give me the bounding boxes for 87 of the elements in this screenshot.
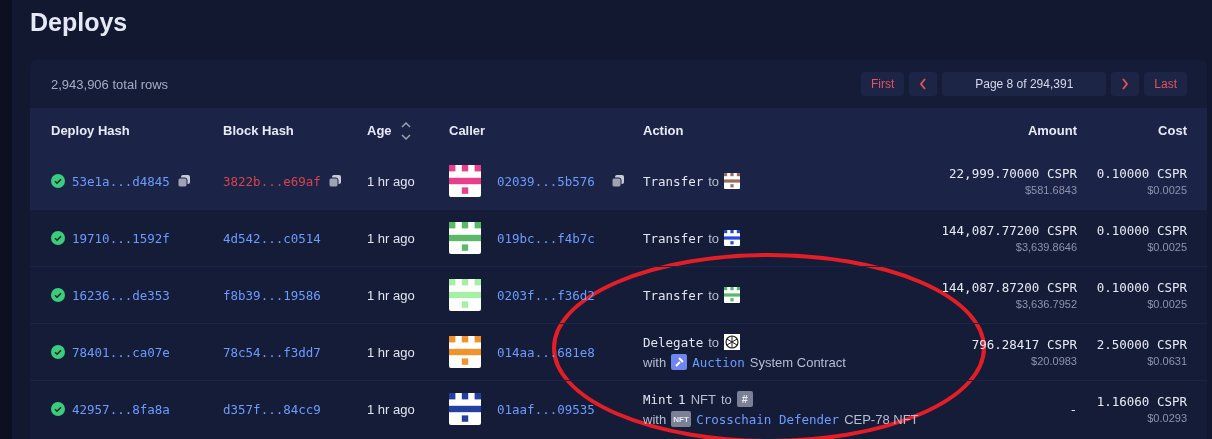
hash-badge: # [736,391,753,407]
column-header: Cost [1158,123,1187,138]
deploy-hash-link[interactable]: 42957...8fa8a [72,401,170,417]
caller-avatar [449,222,481,254]
action-preposition: to [720,391,732,407]
cost-usd-text: $0.0025 [1147,241,1187,253]
copy-icon[interactable] [327,174,342,188]
last-page-button[interactable]: Last [1144,72,1187,96]
column-header: Caller [449,123,486,138]
block-hash-link[interactable]: 4d542...c0514 [223,230,321,246]
amount-usd-text: $3,636.7952 [1015,298,1077,310]
total-rows: 2,943,906 total rows [51,76,169,92]
contract-type: System Contract [749,354,846,370]
age-text: 1 hr ago [367,344,415,360]
cost-text: 0.10000 CSPR [1096,223,1187,238]
amount-usd-text: $581.6843 [1025,184,1077,196]
cost-usd-text: $0.0293 [1147,412,1187,424]
deploy-hash-link[interactable]: 78401...ca07e [72,344,170,360]
column-header[interactable]: Age [367,119,412,142]
block-hash-link[interactable]: d357f...84cc9 [223,401,321,417]
next-page-button[interactable] [1111,72,1140,96]
block-hash-link[interactable]: 78c54...f3dd7 [223,344,321,360]
action-preposition: to [708,230,720,246]
caller-avatar [449,279,481,311]
copy-icon[interactable] [610,174,625,188]
column-header: Action [643,123,684,138]
amount-text: - [1069,401,1077,417]
with-label: with [643,411,667,427]
first-page-button[interactable]: First [860,72,905,96]
nft-label: NFT [690,391,716,407]
recipient-avatar [724,230,741,246]
action-preposition: to [708,287,720,303]
cost-text: 0.10000 CSPR [1096,166,1187,181]
age-text: 1 hr ago [367,401,415,417]
caller-avatar [449,336,481,368]
column-header: Deploy Hash [51,123,130,138]
action-verb: Mint [643,391,674,407]
block-hash-link[interactable]: 3822b...e69af [223,173,321,189]
caller-link[interactable]: 01aaf...09535 [497,401,595,417]
column-header: Amount [1027,123,1077,138]
chevron-left-icon [919,78,928,90]
recipient-avatar [724,287,741,303]
cost-text: 1.16060 CSPR [1096,394,1187,409]
cost-usd-text: $0.0025 [1147,298,1187,310]
action-verb: Delegate [643,334,704,350]
amount-usd-text: $20.0983 [1031,355,1077,367]
sort-icon[interactable] [399,119,412,142]
previous-page-button[interactable] [909,72,938,96]
nft-badge: NFT [671,411,692,427]
contract-link[interactable]: Auction [692,354,745,370]
nft-count: 1 [678,391,686,407]
age-text: 1 hr ago [367,287,415,303]
block-hash-link[interactable]: f8b39...19586 [223,287,321,303]
caller-avatar [449,393,481,425]
cost-text: 2.50000 CSPR [1096,337,1187,352]
deploy-hash-link[interactable]: 16236...de353 [72,287,170,303]
cost-usd-text: $0.0631 [1147,355,1187,367]
validator-icon [724,334,741,350]
deploy-hash-link[interactable]: 53e1a...d4845 [72,173,170,189]
action-verb: Transfer [643,287,704,303]
cost-usd-text: $0.0025 [1147,184,1187,196]
copy-icon[interactable] [176,174,191,188]
action-verb: Transfer [643,230,704,246]
column-header: Block Hash [223,123,294,138]
gavel-icon [671,354,688,370]
table-row[interactable]: 19710...1592f 4d542...c0514 1 hr ago 019bc...f4b7c Transfer to 144,087.77200 CSPR $3,639.8646 0.10000 CSPR $0.0025 [30,209,1207,266]
contract-link[interactable]: Crosschain Defender [696,411,840,427]
caller-link[interactable]: 02039...5b576 [497,173,595,189]
action-preposition: to [708,334,720,350]
action-verb: Transfer [643,173,704,189]
caller-avatar [449,165,481,197]
age-text: 1 hr ago [367,230,415,246]
page-indicator[interactable]: Page 8 of 294,391 [942,72,1107,96]
age-text: 1 hr ago [367,173,415,189]
caller-link[interactable]: 019bc...f4b7c [497,230,595,246]
action-preposition: to [708,173,720,189]
amount-text: 22,999.70000 CSPR [949,166,1077,181]
amount-text: 144,087.77200 CSPR [941,223,1077,238]
page-title: Deploys [30,7,129,38]
table-row[interactable]: 53e1a...d4845 3822b...e69af 1 hr ago 02039...5b576 Transfer to 22,999.70000 CSPR $581.6843 0.10000 CSPR $0.0025 [30,153,1207,209]
chevron-right-icon [1121,78,1130,90]
amount-text: 144,087.87200 CSPR [941,280,1077,295]
with-label: with [643,354,667,370]
amount-usd-text: $3,639.8646 [1015,241,1077,253]
cost-text: 0.10000 CSPR [1096,280,1187,295]
deploy-hash-link[interactable]: 19710...1592f [72,230,170,246]
recipient-avatar [724,173,741,189]
